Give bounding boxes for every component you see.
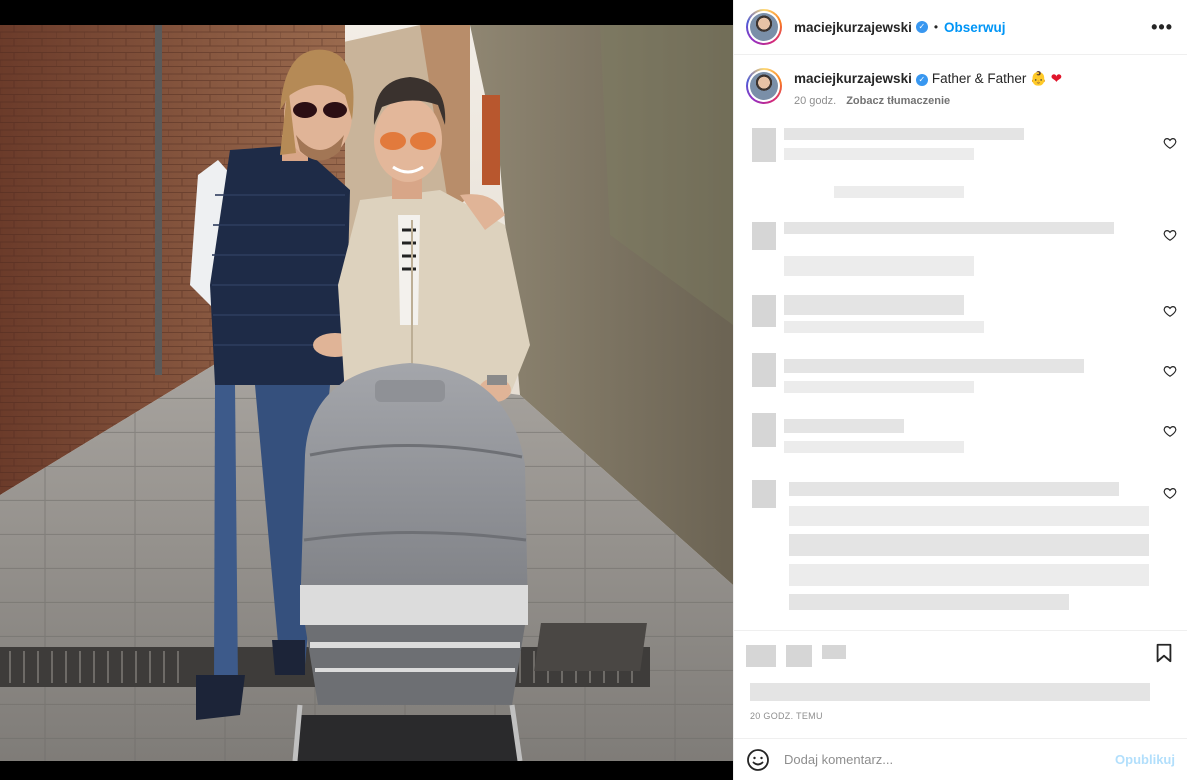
heart-outline-icon[interactable] xyxy=(1163,136,1177,150)
translate-link[interactable]: Zobacz tłumaczenie xyxy=(846,95,950,107)
blurred-avatar xyxy=(752,128,776,162)
verified-badge-icon: ✓ xyxy=(915,74,928,86)
verified-badge-icon: ✓ xyxy=(915,21,928,33)
blurred-avatar xyxy=(752,480,776,508)
heart-outline-icon[interactable] xyxy=(1163,364,1177,378)
post-time-ago[interactable]: 20 GODZ. TEMU xyxy=(750,711,823,721)
comments-scroll-area[interactable]: maciejkurzajewski ✓ Father & Father 👶 ❤ 20… xyxy=(734,56,1187,630)
comment-item xyxy=(734,351,1187,406)
comment-item xyxy=(734,476,1187,630)
heart-outline-icon[interactable] xyxy=(1163,424,1177,438)
blurred-avatar xyxy=(752,222,776,250)
blurred-action-icon xyxy=(746,645,776,667)
post-caption: maciejkurzajewski ✓ Father & Father 👶 ❤ 20… xyxy=(734,56,1187,107)
post-side-panel: maciejkurzajewski ✓ • Obserwuj ••• macie… xyxy=(733,0,1187,780)
separator-dot: • xyxy=(933,20,939,34)
blurred-text xyxy=(784,256,974,276)
caption-avatar[interactable] xyxy=(746,68,782,104)
blurred-text xyxy=(789,564,1149,586)
comment-input[interactable] xyxy=(784,752,1108,767)
post-header: maciejkurzajewski ✓ • Obserwuj ••• xyxy=(734,0,1187,55)
blurred-text xyxy=(784,128,1024,140)
add-comment-bar: Opublikuj xyxy=(734,738,1187,780)
blurred-text xyxy=(789,482,1119,496)
stroller xyxy=(292,363,528,761)
blurred-text xyxy=(784,419,904,433)
blurred-avatar xyxy=(752,295,776,327)
blurred-text xyxy=(784,295,964,315)
blurred-avatar xyxy=(752,353,776,387)
heart-emoji: ❤ xyxy=(1050,71,1063,86)
emoji-smiley-icon[interactable] xyxy=(746,748,770,772)
author-avatar[interactable] xyxy=(746,9,782,45)
post-photo[interactable] xyxy=(0,25,733,761)
baby-emoji: 👶 xyxy=(1030,71,1047,86)
heart-outline-icon[interactable] xyxy=(1163,486,1177,500)
post-actions: 20 GODZ. TEMU xyxy=(734,630,1187,721)
post-media[interactable] xyxy=(0,0,733,780)
avatar-image xyxy=(750,72,778,100)
caption-username[interactable]: maciejkurzajewski xyxy=(794,71,912,86)
comment-item xyxy=(734,216,1187,286)
caption-text: Father & Father xyxy=(931,71,1027,86)
blurred-text xyxy=(784,441,964,453)
heart-outline-icon[interactable] xyxy=(1163,304,1177,318)
avatar-image xyxy=(750,13,778,41)
blurred-action-icon xyxy=(822,645,846,659)
blurred-text xyxy=(834,186,964,198)
publish-button[interactable]: Opublikuj xyxy=(1115,752,1175,767)
blurred-text xyxy=(784,321,984,333)
photo-illustration xyxy=(0,25,733,761)
more-options-icon[interactable]: ••• xyxy=(1151,18,1173,36)
comment-item xyxy=(734,411,1187,466)
caption-age: 20 godz. xyxy=(794,95,837,107)
author-username[interactable]: maciejkurzajewski xyxy=(794,20,912,35)
blurred-text xyxy=(784,359,1084,373)
follow-button[interactable]: Obserwuj xyxy=(944,20,1006,35)
blurred-action-icon xyxy=(786,645,812,667)
comment-item xyxy=(734,126,1187,206)
blurred-text xyxy=(789,534,1149,556)
blurred-text xyxy=(789,594,1069,610)
blurred-text xyxy=(789,506,1149,526)
blurred-text xyxy=(784,222,1114,234)
blurred-text xyxy=(784,148,974,160)
blurred-likes xyxy=(750,683,1150,701)
blurred-text xyxy=(784,381,974,393)
heart-outline-icon[interactable] xyxy=(1163,228,1177,242)
blurred-avatar xyxy=(752,413,776,447)
bookmark-icon[interactable] xyxy=(1153,641,1175,665)
comment-item xyxy=(734,291,1187,346)
